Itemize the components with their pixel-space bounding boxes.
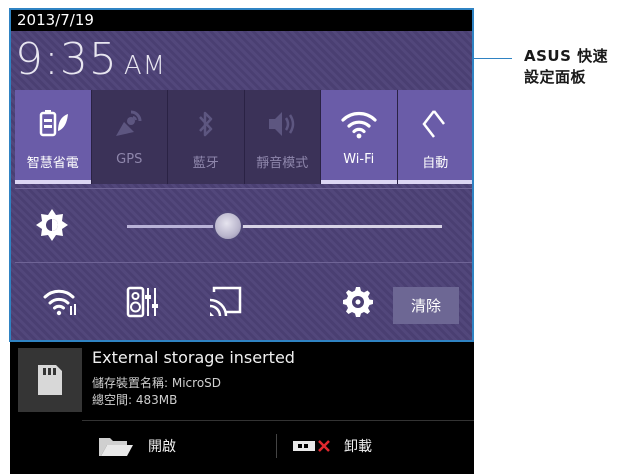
gps-icon — [112, 106, 146, 142]
toggle-label-gps: GPS — [116, 152, 143, 167]
callout-label-line2: 設定面板 — [524, 68, 587, 86]
settings-gear-icon — [342, 286, 374, 322]
callout-leader-line — [474, 58, 512, 59]
unmount-action-label: 卸載 — [344, 439, 372, 455]
device-screen: 2013/7/19 9:35 AM 智慧省電 GPS 藍牙 靜音模式 Wi-Fi… — [10, 10, 474, 474]
panel-divider — [15, 262, 474, 263]
notification-title: External storage inserted — [92, 348, 295, 367]
quick-settings-panel: 9:35 AM 智慧省電 GPS 藍牙 靜音模式 Wi-Fi 自動 清除 — [10, 31, 474, 342]
toggle-bluetooth[interactable]: 藍牙 — [168, 90, 245, 184]
power-saver-icon — [36, 106, 70, 142]
bluetooth-icon — [196, 106, 216, 142]
brightness-icon — [35, 208, 69, 246]
audio-wizard-shortcut[interactable] — [102, 266, 184, 342]
notification-divider — [82, 420, 474, 421]
clear-button[interactable]: 清除 — [393, 287, 459, 324]
toggle-label-power-saver: 智慧省電 — [26, 156, 79, 171]
toggle-power-saver[interactable]: 智慧省電 — [15, 90, 92, 184]
toggle-label-auto-rotate: 自動 — [422, 156, 449, 171]
toggle-label-bluetooth: 藍牙 — [192, 156, 219, 171]
clock-time: 9:35 — [15, 34, 118, 85]
screen-cast-shortcut[interactable] — [184, 266, 266, 342]
callout-label-line1: ASUS 快速 — [524, 47, 609, 65]
callout-label: ASUS 快速 設定面板 — [524, 46, 614, 88]
unmount-action[interactable]: 卸載 — [292, 428, 372, 464]
panel-divider — [15, 188, 474, 189]
toggle-mute[interactable]: 靜音模式 — [244, 90, 321, 184]
auto-rotate-icon — [418, 106, 452, 142]
open-action-label: 開啟 — [148, 439, 176, 455]
clock-ampm: AM — [123, 51, 167, 81]
toggle-auto-rotate[interactable]: 自動 — [397, 90, 474, 184]
audio-wizard-icon — [126, 286, 160, 322]
toggle-label-mute: 靜音模式 — [256, 156, 309, 171]
notification-storage-name: 儲存裝置名稱: MicroSD — [92, 376, 222, 390]
toggle-gps[interactable]: GPS — [91, 90, 168, 184]
quick-toggle-row: 智慧省電 GPS 藍牙 靜音模式 Wi-Fi 自動 — [15, 90, 474, 184]
brightness-row — [15, 191, 474, 257]
open-action[interactable]: 開啟 — [98, 428, 176, 464]
toggle-label-wifi: Wi-Fi — [343, 152, 375, 167]
shortcut-row: 清除 — [15, 266, 474, 342]
unmount-icon — [292, 438, 332, 454]
clock: 9:35 AM — [15, 31, 166, 89]
notification-total-space: 總空間: 483MB — [92, 393, 178, 407]
settings-shortcut[interactable] — [317, 266, 399, 342]
screen-cast-icon — [208, 286, 242, 322]
folder-open-icon — [98, 435, 134, 457]
wifi-icon — [340, 106, 378, 142]
status-date: 2013/7/19 — [17, 11, 94, 29]
sd-card-icon — [18, 348, 82, 412]
storage-notification[interactable]: External storage inserted 儲存裝置名稱: MicroS… — [10, 342, 474, 474]
toggle-wifi[interactable]: Wi-Fi — [321, 90, 398, 184]
action-divider — [276, 434, 277, 458]
mute-icon — [265, 106, 299, 142]
brightness-slider-thumb[interactable] — [212, 211, 243, 241]
wifi-settings-icon — [43, 287, 79, 321]
wifi-settings-shortcut[interactable] — [20, 266, 102, 342]
status-bar: 2013/7/19 — [10, 10, 474, 31]
brightness-slider[interactable] — [127, 225, 442, 228]
